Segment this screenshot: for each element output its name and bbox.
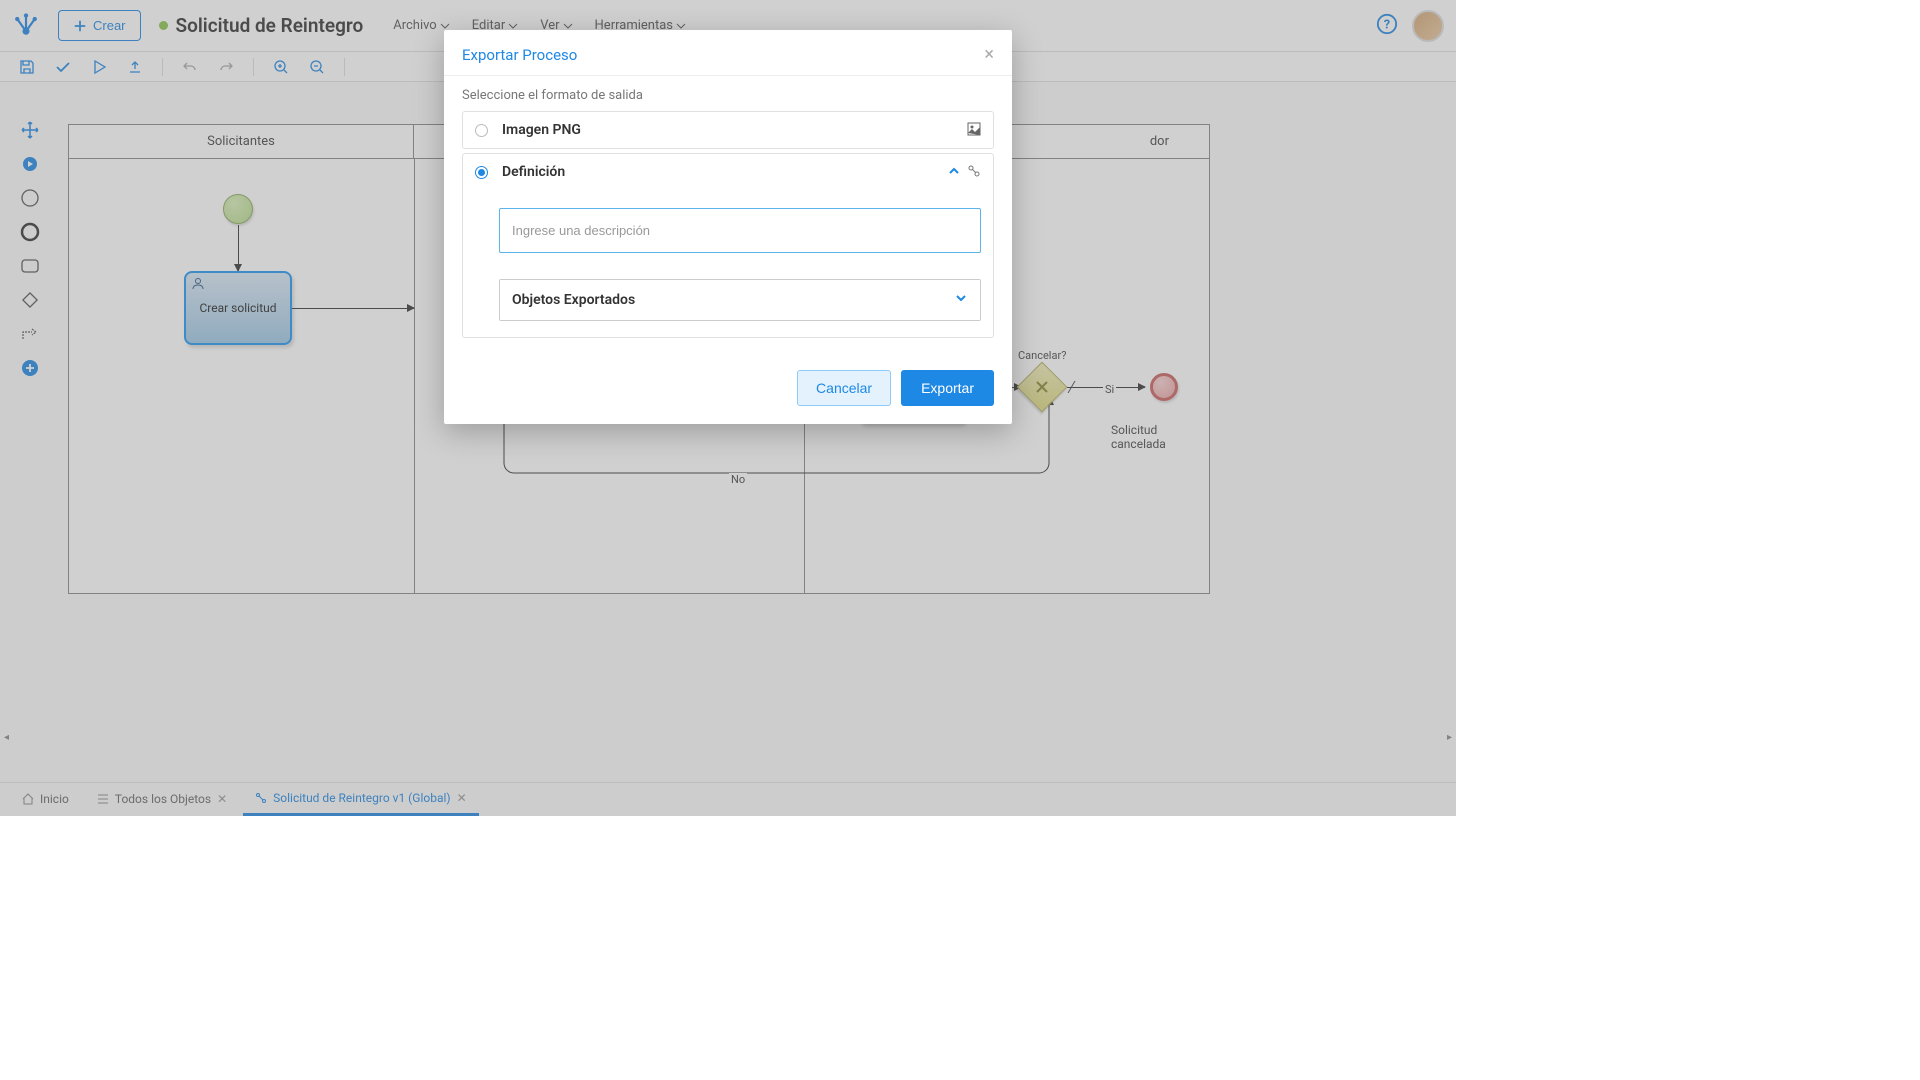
exported-objects-select[interactable]: Objetos Exportados: [499, 279, 981, 321]
export-button[interactable]: Exportar: [901, 370, 994, 406]
export-process-dialog: Exportar Proceso × Seleccione el formato…: [444, 30, 1012, 424]
modal-footer: Cancelar Exportar: [444, 356, 1012, 424]
option-definicion[interactable]: Definición Objetos Exportados: [462, 153, 994, 338]
chevron-down-icon: [954, 291, 968, 309]
modal-subtitle: Seleccione el formato de salida: [462, 88, 994, 103]
modal-header: Exportar Proceso ×: [444, 30, 1012, 75]
definition-icon: [967, 164, 981, 182]
cancel-button[interactable]: Cancelar: [797, 370, 891, 406]
radio-unselected-icon: [475, 124, 488, 137]
description-input[interactable]: [499, 208, 981, 253]
close-icon[interactable]: ×: [984, 44, 994, 65]
radio-selected-icon: [475, 166, 488, 179]
option-imagen-png[interactable]: Imagen PNG: [462, 111, 994, 149]
chevron-up-icon[interactable]: [947, 164, 961, 182]
modal-title: Exportar Proceso: [462, 46, 577, 64]
image-icon: [967, 122, 981, 136]
modal-body: Seleccione el formato de salida Imagen P…: [444, 75, 1012, 356]
